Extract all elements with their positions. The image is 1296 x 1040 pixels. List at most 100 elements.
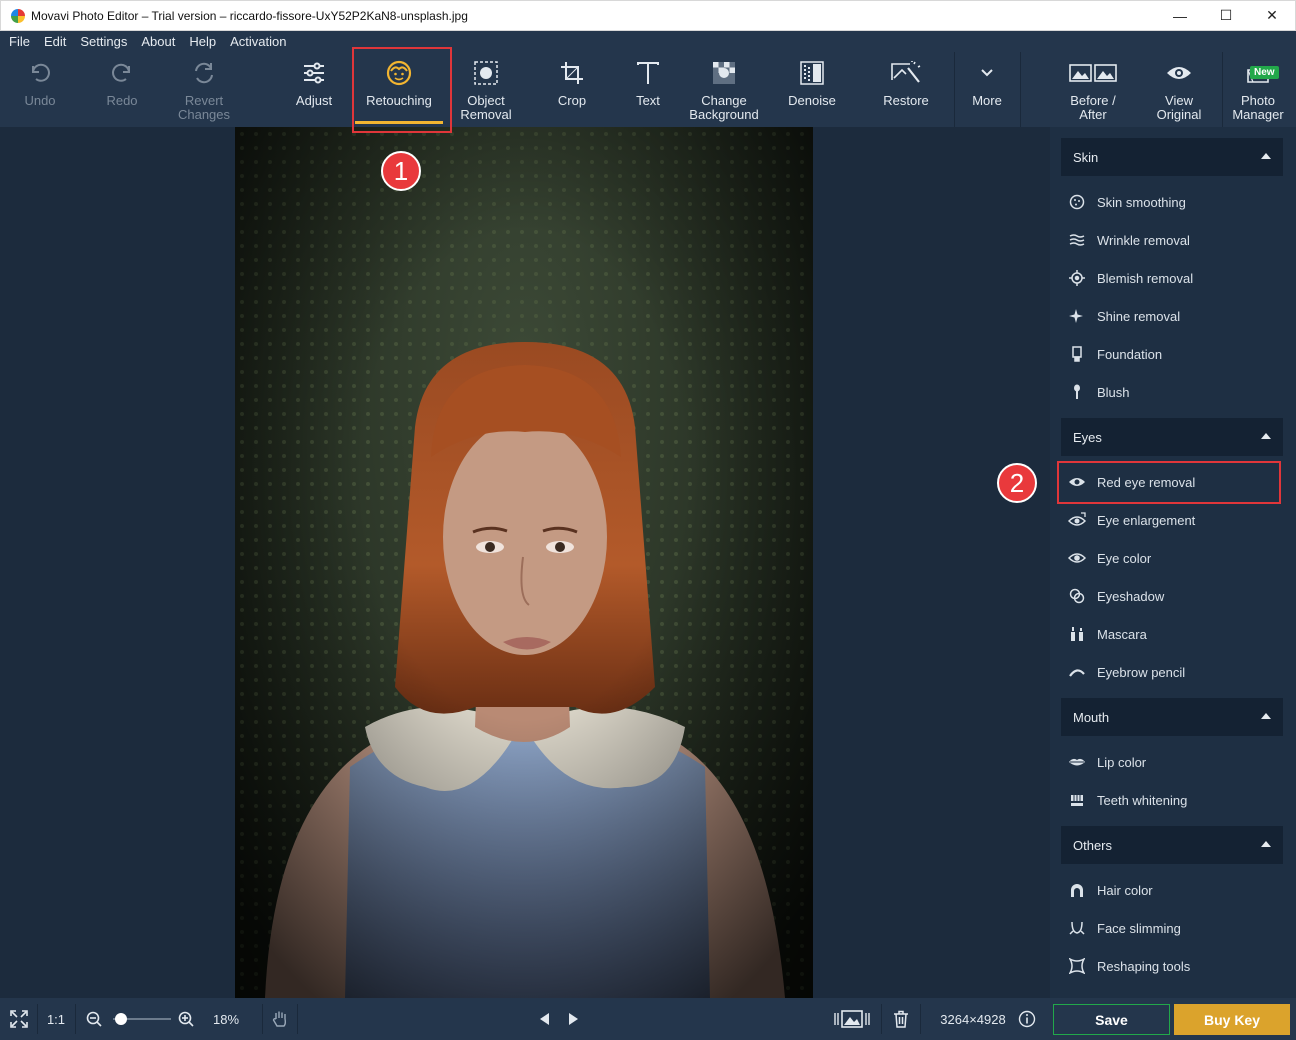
- tool-blush[interactable]: Blush: [1061, 375, 1283, 409]
- collapse-arrow-icon[interactable]: [1261, 153, 1271, 159]
- undo-icon: [27, 52, 53, 94]
- restore-button[interactable]: Restore: [872, 52, 940, 127]
- tool-mascara[interactable]: Mascara: [1061, 617, 1283, 651]
- tool-eyebrow-pencil[interactable]: Eyebrow pencil: [1061, 655, 1283, 689]
- tool-reshaping-tools[interactable]: Reshaping tools: [1061, 949, 1283, 983]
- portrait-photo: [235, 127, 813, 998]
- tool-skin-smoothing[interactable]: Skin smoothing: [1061, 185, 1283, 219]
- face-slimming-icon: [1063, 920, 1091, 936]
- view-original-label: View Original: [1156, 93, 1202, 122]
- collapse-arrow-icon[interactable]: [1261, 433, 1271, 439]
- section-eyes-header[interactable]: Eyes: [1061, 418, 1283, 456]
- arrow-right-icon: [569, 1013, 578, 1025]
- teeth-icon: [1063, 792, 1091, 808]
- maximize-button[interactable]: ☐: [1203, 1, 1249, 30]
- zoom-in-button[interactable]: [176, 998, 196, 1040]
- image-canvas[interactable]: [0, 127, 1050, 998]
- buy-key-button[interactable]: Buy Key: [1174, 1004, 1290, 1035]
- tool-blemish-removal[interactable]: Blemish removal: [1061, 261, 1283, 295]
- tool-label: Shine removal: [1097, 308, 1181, 324]
- section-eyes-title: Eyes: [1073, 429, 1102, 445]
- image-info-button[interactable]: [1017, 998, 1037, 1040]
- denoise-button[interactable]: Denoise: [780, 52, 844, 127]
- tool-wrinkle-removal[interactable]: Wrinkle removal: [1061, 223, 1283, 257]
- annotation-box-retouching: [352, 47, 452, 133]
- zoom-out-button[interactable]: [84, 998, 104, 1040]
- undo-button[interactable]: Undo: [10, 52, 70, 127]
- tool-hair-color[interactable]: Hair color: [1061, 873, 1283, 907]
- tool-eyeshadow[interactable]: Eyeshadow: [1061, 579, 1283, 613]
- section-others-header[interactable]: Others: [1061, 826, 1283, 864]
- section-skin-header[interactable]: Skin: [1061, 138, 1283, 176]
- tool-label: Eyeshadow: [1097, 588, 1165, 604]
- menu-file[interactable]: File: [2, 34, 37, 49]
- collapse-arrow-icon[interactable]: [1261, 841, 1271, 847]
- actual-size-label: 1:1: [46, 1011, 66, 1027]
- chevron-down-icon: [979, 52, 995, 94]
- object-removal-button[interactable]: Object Removal: [450, 52, 522, 127]
- adjust-button[interactable]: Adjust: [284, 52, 344, 127]
- status-separator: [881, 1004, 882, 1034]
- revert-changes-button[interactable]: Revert Changes: [164, 52, 244, 127]
- view-original-button[interactable]: View Original: [1146, 52, 1212, 127]
- more-button[interactable]: More: [958, 52, 1016, 127]
- collapse-arrow-icon[interactable]: [1261, 713, 1271, 719]
- foundation-bottle-icon: [1063, 346, 1091, 362]
- tool-eye-color[interactable]: Eye color: [1061, 541, 1283, 575]
- tool-shine-removal[interactable]: Shine removal: [1061, 299, 1283, 333]
- tool-teeth-whitening[interactable]: Teeth whitening: [1061, 783, 1283, 817]
- zoom-slider-handle[interactable]: [115, 1013, 128, 1025]
- redo-icon: [109, 52, 135, 94]
- change-background-label: Change Background: [689, 93, 759, 122]
- before-after-button[interactable]: Before / After: [1060, 52, 1126, 127]
- delete-button[interactable]: [890, 998, 912, 1040]
- menu-help[interactable]: Help: [182, 34, 223, 49]
- crop-icon: [559, 52, 585, 94]
- status-separator: [37, 1004, 38, 1034]
- status-separator: [75, 1004, 76, 1034]
- menu-about[interactable]: About: [134, 34, 182, 49]
- text-button[interactable]: Text: [620, 52, 676, 127]
- photo-manager-button[interactable]: Photo Manager: [1226, 52, 1290, 127]
- redo-button[interactable]: Redo: [92, 52, 152, 127]
- tool-label: Skin smoothing: [1097, 194, 1186, 210]
- trash-icon: [894, 1010, 908, 1028]
- section-mouth-header[interactable]: Mouth: [1061, 698, 1283, 736]
- tool-eye-enlargement[interactable]: Eye enlargement: [1061, 503, 1283, 537]
- tool-label: Lip color: [1097, 754, 1147, 770]
- menu-settings[interactable]: Settings: [73, 34, 134, 49]
- section-others-title: Others: [1073, 837, 1113, 853]
- status-separator: [262, 1004, 263, 1034]
- filmstrip-button[interactable]: [832, 998, 872, 1040]
- filmstrip-icon: [834, 1010, 870, 1028]
- adjust-label: Adjust: [295, 93, 333, 108]
- close-button[interactable]: ✕: [1249, 1, 1295, 30]
- crop-button[interactable]: Crop: [542, 52, 602, 127]
- object-removal-label: Object Removal: [460, 93, 512, 122]
- tool-label: Foundation: [1097, 346, 1163, 362]
- fit-to-screen-button[interactable]: [4, 998, 34, 1040]
- window-controls: — ☐ ✕: [1157, 1, 1295, 30]
- zoom-percentage: 18%: [212, 1011, 240, 1027]
- restore-wand-icon: [890, 52, 922, 94]
- window-title: Movavi Photo Editor – Trial version – ri…: [31, 8, 468, 23]
- save-button[interactable]: Save: [1053, 1004, 1170, 1035]
- tool-label: Face slimming: [1097, 920, 1181, 936]
- menu-edit[interactable]: Edit: [37, 34, 73, 49]
- tool-lip-color[interactable]: Lip color: [1061, 745, 1283, 779]
- menu-bar: File Edit Settings About Help Activation: [0, 31, 1296, 52]
- section-mouth-title: Mouth: [1073, 709, 1110, 725]
- next-image-button[interactable]: [564, 998, 584, 1040]
- tool-foundation[interactable]: Foundation: [1061, 337, 1283, 371]
- tool-label: Eye enlargement: [1097, 512, 1196, 528]
- menu-activation[interactable]: Activation: [223, 34, 293, 49]
- tool-label: Hair color: [1097, 882, 1153, 898]
- previous-image-button[interactable]: [534, 998, 554, 1040]
- change-background-button[interactable]: Change Background: [684, 52, 764, 127]
- hand-tool-button[interactable]: [268, 998, 292, 1040]
- minimize-button[interactable]: —: [1157, 1, 1203, 30]
- tool-face-slimming[interactable]: Face slimming: [1061, 911, 1283, 945]
- tool-label: Mascara: [1097, 626, 1147, 642]
- photo-preview[interactable]: [235, 127, 813, 998]
- actual-size-button[interactable]: 1:1: [40, 998, 72, 1040]
